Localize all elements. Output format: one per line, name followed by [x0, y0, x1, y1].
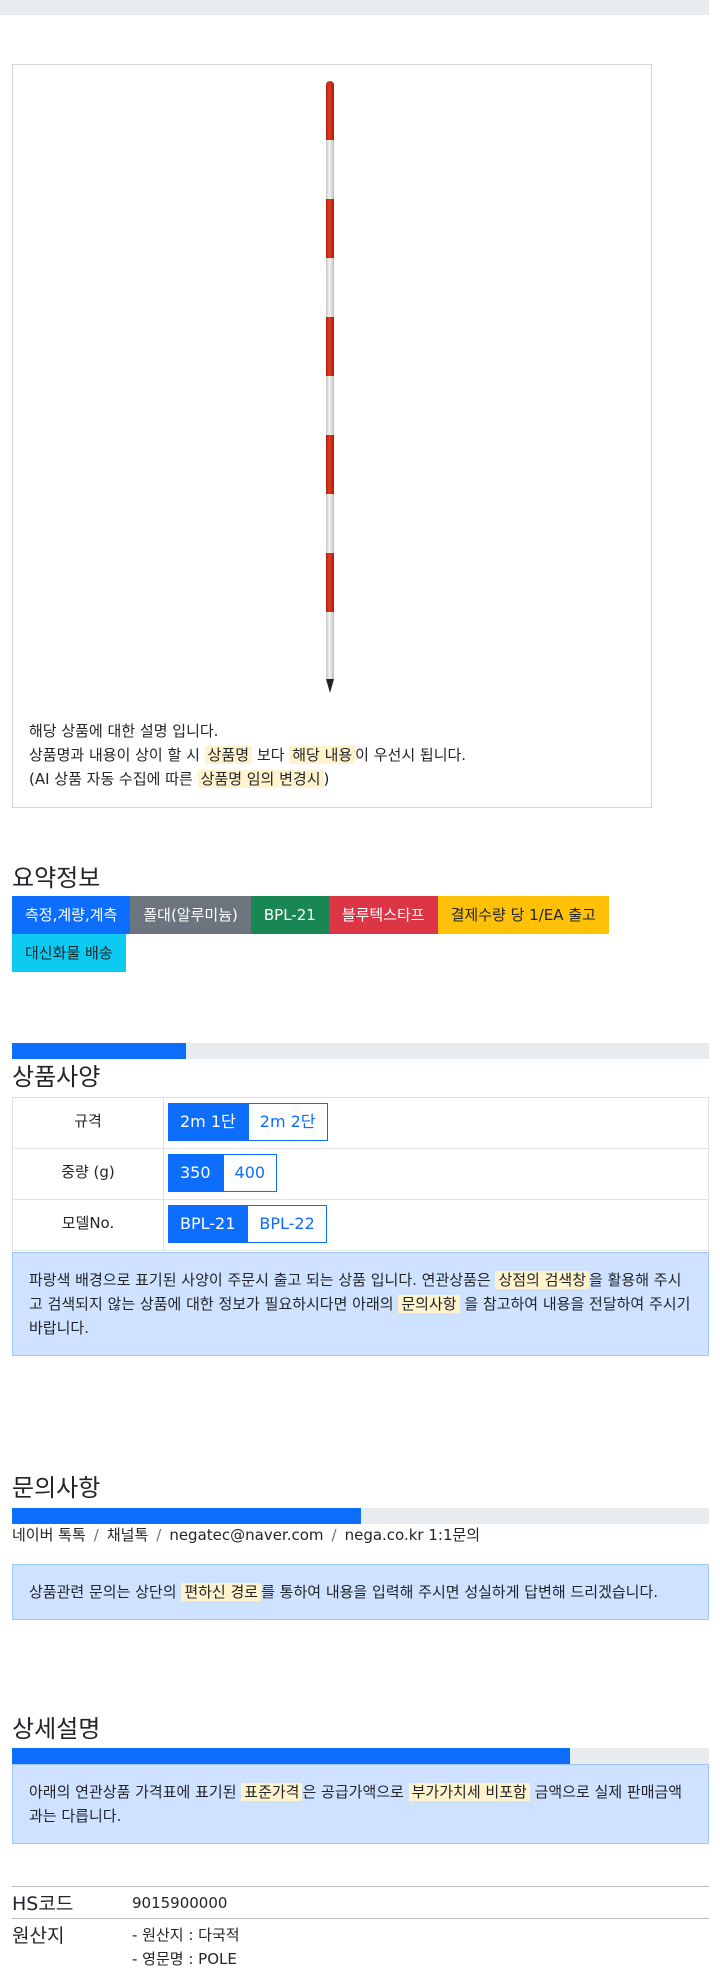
survey-pole-image [326, 81, 338, 695]
brand-badge[interactable]: 블루텍스타프 [328, 896, 438, 934]
detail-notice: 아래의 연관상품 가격표에 표기된 표준가격 은 공급가액으로 부가가치세 비포함… [12, 1764, 709, 1844]
pole-segment [326, 494, 334, 553]
option-2m-2[interactable]: 2m 2단 [247, 1103, 328, 1141]
email-link[interactable]: negatec@naver.com [169, 1526, 323, 1544]
detail-title: 상세설명 [12, 1715, 101, 1743]
contact-links: 네이버 톡톡 / 채널톡 / negatec@naver.com / nega.co.kr … [12, 1524, 480, 1545]
model-badge[interactable]: BPL-21 [250, 896, 329, 934]
spec-table: 규격 2m 1단 2m 2단 중량 (g) 350 400 모델No. BPL-21… [12, 1097, 709, 1251]
channel-talk-link[interactable]: 채널톡 [107, 1526, 148, 1544]
pole-segment [326, 199, 334, 258]
specs-title: 상품사양 [12, 1063, 101, 1091]
pole-segment [326, 376, 334, 435]
shipping-badge[interactable]: 대신화물 배송 [12, 934, 126, 972]
description-line-3: (AI 상품 자동 수집에 따른 상품명 임의 변경시) [29, 770, 330, 788]
inquiry-title: 문의사항 [12, 1474, 101, 1502]
product-image-card: 해당 상품에 대한 설명 입니다. 상품명과 내용이 상이 할 시 상품명 보다… [12, 64, 652, 808]
hs-code-label: HS코드 [12, 1893, 74, 1915]
spec-row-weight: 중량 (g) 350 400 [12, 1148, 709, 1200]
pole-segment [326, 140, 334, 199]
hs-code-value: 9015900000 [132, 1894, 228, 1912]
option-weight-400[interactable]: 400 [222, 1154, 278, 1192]
top-bar [0, 0, 709, 15]
quantity-badge[interactable]: 결제수량 당 1/EA 출고 [437, 896, 609, 934]
origin-label: 원산지 [12, 1925, 65, 1947]
category-badge[interactable]: 측정,계량,계측 [12, 896, 131, 934]
summary-title: 요약정보 [12, 864, 101, 892]
description-line-1: 해당 상품에 대한 설명 입니다. [29, 722, 219, 740]
specs-progress-bar [12, 1043, 709, 1059]
link-separator: / [156, 1526, 162, 1544]
product-description: 해당 상품에 대한 설명 입니다. 상품명과 내용이 상이 할 시 상품명 보다… [29, 719, 639, 791]
pole-segment [326, 435, 334, 494]
site-inquiry-link[interactable]: nega.co.kr 1:1문의 [345, 1526, 481, 1544]
summary-badges: 측정,계량,계측 폴대(알루미늄) BPL-21 블루텍스타프 결제수량 당 1… [12, 896, 652, 972]
spec-row-size: 규격 2m 1단 2m 2단 [12, 1097, 709, 1149]
spec-notice: 파랑색 배경으로 표기된 사양이 주문시 출고 되는 상품 입니다. 연관상품은… [12, 1252, 709, 1356]
link-separator: / [331, 1526, 337, 1544]
pole-segment [326, 258, 334, 317]
inquiry-progress-fill [12, 1508, 361, 1524]
pole-segment [326, 612, 334, 681]
naver-talk-link[interactable]: 네이버 톡톡 [12, 1526, 86, 1544]
option-model-bpl21[interactable]: BPL-21 [168, 1205, 248, 1243]
link-separator: / [93, 1526, 99, 1544]
spec-label-size: 규격 [12, 1097, 164, 1149]
pole-segment [326, 81, 334, 140]
pole-segment [326, 317, 334, 376]
spec-label-model: 모델No. [12, 1199, 164, 1251]
origin-country: - 원산지 : 다국적 [132, 1926, 240, 1944]
pole-segment [326, 553, 334, 612]
inquiry-progress-bar [12, 1508, 709, 1524]
detail-progress-bar [12, 1748, 709, 1764]
description-line-2: 상품명과 내용이 상이 할 시 상품명 보다 해당 내용 이 우선시 됩니다. [29, 746, 467, 764]
spec-row-model: 모델No. BPL-21 BPL-22 [12, 1199, 709, 1251]
option-weight-350[interactable]: 350 [168, 1154, 223, 1192]
origin-row: 원산지 - 원산지 : 다국적 - 영문명 : POLE [12, 1918, 709, 1968]
type-badge[interactable]: 폴대(알루미늄) [130, 896, 251, 934]
origin-value: - 원산지 : 다국적 - 영문명 : POLE [132, 1923, 240, 1968]
hs-code-row: HS코드 9015900000 [12, 1886, 709, 1918]
detail-progress-fill [12, 1748, 570, 1764]
option-2m-1[interactable]: 2m 1단 [168, 1103, 248, 1141]
option-model-bpl22[interactable]: BPL-22 [247, 1205, 327, 1243]
inquiry-notice: 상품관련 문의는 상단의 편하신 경로 를 통하여 내용을 입력해 주시면 성실하… [12, 1564, 709, 1620]
spec-label-weight: 중량 (g) [12, 1148, 164, 1200]
origin-english-name: - 영문명 : POLE [132, 1950, 237, 1968]
